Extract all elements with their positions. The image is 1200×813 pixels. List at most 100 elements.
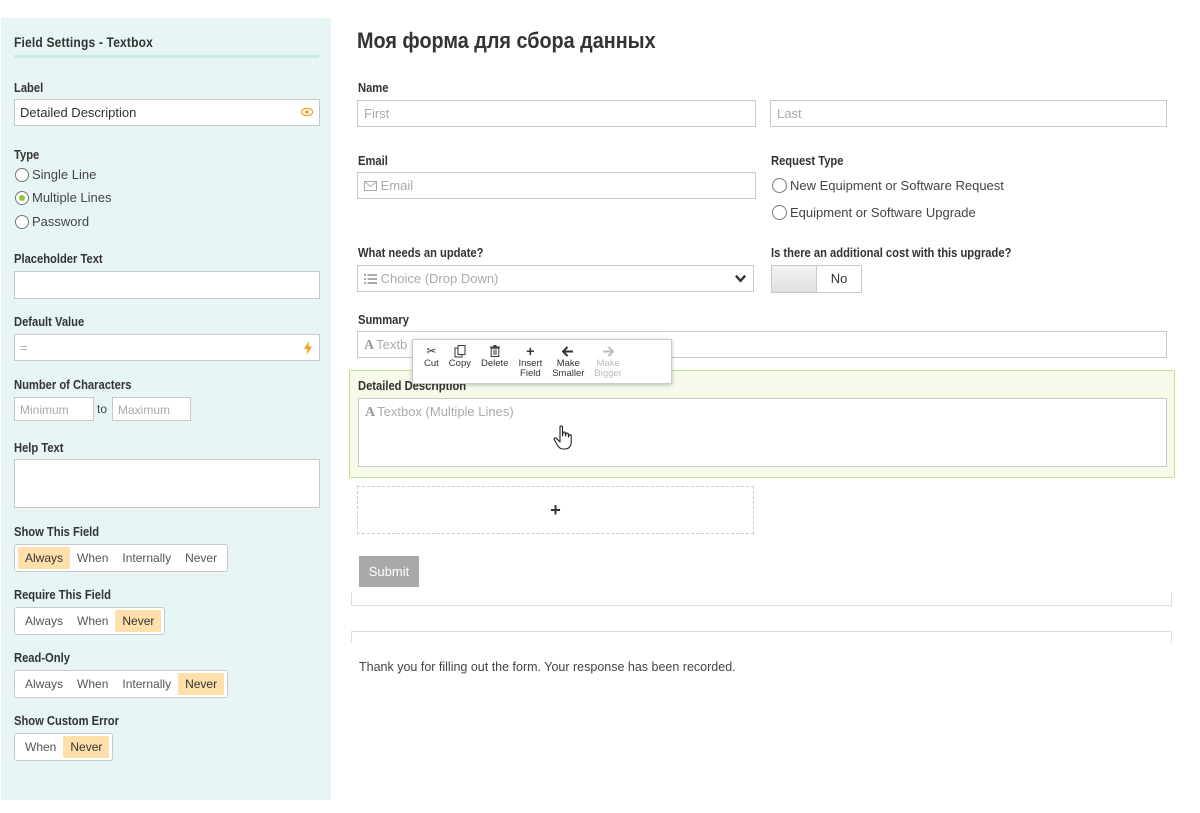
read-only-internally-option[interactable]: Internally bbox=[115, 673, 178, 695]
custom-error-never-option[interactable]: Never bbox=[63, 736, 110, 758]
type-option-label: Single Line bbox=[32, 167, 97, 182]
make-smaller-button[interactable]: Make Smaller bbox=[547, 344, 589, 379]
cut-label: Cut bbox=[424, 358, 439, 369]
first-name-input[interactable]: First bbox=[357, 100, 756, 127]
default-value-heading: Default Value bbox=[14, 314, 85, 329]
read-only-when-option[interactable]: When bbox=[70, 673, 115, 695]
help-text-heading: Help Text bbox=[14, 440, 64, 455]
delete-label: Delete bbox=[480, 358, 509, 369]
plus-icon: + bbox=[526, 343, 535, 359]
panel-title: Field Settings - Textbox bbox=[14, 34, 154, 50]
detailed-description-placeholder: Textbox (Multiple Lines) bbox=[377, 404, 514, 419]
summary-placeholder: Textb bbox=[376, 337, 408, 352]
show-field-selector[interactable]: Always When Internally Never bbox=[14, 544, 229, 572]
type-option-single-line[interactable]: Single Line bbox=[15, 167, 96, 182]
add-field-area[interactable]: + bbox=[357, 486, 754, 534]
scissors-icon: ✂ bbox=[426, 344, 437, 358]
copy-button[interactable]: Copy bbox=[444, 344, 476, 379]
type-option-multiple-lines[interactable]: Multiple Lines bbox=[15, 190, 112, 205]
show-when-option[interactable]: When bbox=[70, 547, 115, 569]
type-option-label: Multiple Lines bbox=[32, 190, 112, 205]
plus-icon: + bbox=[550, 499, 561, 520]
label-input[interactable]: Detailed Description bbox=[14, 99, 320, 126]
show-never-option[interactable]: Never bbox=[178, 547, 224, 569]
cut-button[interactable]: ✂ Cut bbox=[419, 344, 444, 379]
name-label: Name bbox=[358, 80, 389, 95]
radio-button[interactable] bbox=[15, 167, 29, 182]
default-value-input[interactable]: = bbox=[14, 334, 320, 361]
require-always-option[interactable]: Always bbox=[18, 610, 70, 632]
request-type-label: Request Type bbox=[771, 153, 844, 168]
type-option-password[interactable]: Password bbox=[15, 214, 89, 229]
title-divider bbox=[14, 55, 319, 58]
toggle-knob[interactable] bbox=[772, 266, 817, 292]
arrow-right-icon bbox=[602, 344, 615, 358]
arrow-left-icon bbox=[562, 344, 574, 358]
text-icon: A bbox=[365, 405, 376, 420]
text-icon: A bbox=[364, 338, 375, 353]
last-name-input[interactable]: Last bbox=[770, 100, 1167, 127]
show-internally-option[interactable]: Internally bbox=[115, 547, 178, 569]
chevron-down-icon[interactable] bbox=[734, 272, 747, 285]
placeholder-input[interactable] bbox=[14, 271, 320, 299]
request-option-label: New Equipment or Software Request bbox=[790, 178, 1004, 193]
custom-error-selector[interactable]: When Never bbox=[14, 733, 114, 761]
email-label: Email bbox=[358, 153, 388, 168]
placeholder-heading: Placeholder Text bbox=[14, 251, 103, 266]
label-heading: Label bbox=[14, 80, 44, 95]
num-chars-heading: Number of Characters bbox=[14, 377, 132, 392]
make-bigger-button[interactable]: Make Bigger bbox=[589, 344, 626, 379]
help-text-input[interactable] bbox=[14, 459, 320, 508]
update-label: What needs an update? bbox=[358, 245, 484, 260]
read-only-selector[interactable]: Always When Internally Never bbox=[14, 670, 229, 698]
to-label: to bbox=[97, 402, 108, 416]
show-always-option[interactable]: Always bbox=[18, 547, 71, 569]
show-field-heading: Show This Field bbox=[14, 524, 100, 539]
eye-icon[interactable] bbox=[301, 106, 313, 118]
smaller-label-line2: Smaller bbox=[552, 368, 585, 379]
field-settings-panel: Field Settings - Textbox Label Detailed … bbox=[1, 18, 331, 800]
require-when-option[interactable]: When bbox=[70, 610, 115, 632]
require-field-heading: Require This Field bbox=[14, 587, 111, 602]
radio-button[interactable] bbox=[772, 178, 787, 193]
toggle-value: No bbox=[830, 271, 848, 286]
default-value-placeholder: = bbox=[20, 340, 28, 355]
request-option-label: Equipment or Software Upgrade bbox=[790, 205, 976, 220]
radio-button[interactable] bbox=[15, 214, 29, 229]
read-only-always-option[interactable]: Always bbox=[18, 673, 70, 695]
request-option-new[interactable]: New Equipment or Software Request bbox=[772, 178, 1004, 193]
read-only-never-option[interactable]: Never bbox=[178, 673, 225, 695]
additional-cost-label: Is there an additional cost with this up… bbox=[771, 245, 1012, 260]
hand-pointer-icon bbox=[553, 425, 572, 450]
min-chars-input[interactable]: Minimum bbox=[14, 397, 94, 421]
bigger-label-line2: Bigger bbox=[594, 368, 622, 379]
bolt-icon[interactable] bbox=[303, 341, 313, 355]
insert-label-line2: Field bbox=[520, 368, 541, 379]
list-icon bbox=[364, 274, 377, 284]
additional-cost-toggle[interactable]: No bbox=[771, 265, 862, 293]
radio-button-selected[interactable] bbox=[15, 190, 29, 205]
confirmation-message: Thank you for filling out the form. Your… bbox=[359, 660, 736, 674]
update-dropdown[interactable]: Choice (Drop Down) bbox=[357, 265, 754, 292]
form-title: Моя форма для сбора данных bbox=[357, 28, 656, 53]
radio-button[interactable] bbox=[772, 205, 787, 220]
update-placeholder: Choice (Drop Down) bbox=[380, 271, 499, 286]
custom-error-heading: Show Custom Error bbox=[14, 713, 119, 728]
copy-label: Copy bbox=[448, 358, 471, 369]
require-field-selector[interactable]: Always When Never bbox=[14, 607, 166, 635]
type-option-label: Password bbox=[32, 214, 90, 229]
delete-button[interactable]: Delete bbox=[476, 344, 513, 379]
custom-error-when-option[interactable]: When bbox=[18, 736, 63, 758]
insert-field-button[interactable]: + Insert Field bbox=[513, 344, 547, 379]
type-heading: Type bbox=[14, 147, 40, 162]
require-never-option[interactable]: Never bbox=[115, 610, 162, 632]
max-chars-input[interactable]: Maximum bbox=[112, 397, 191, 421]
section-divider bbox=[351, 592, 1172, 606]
summary-label: Summary bbox=[358, 312, 409, 327]
detailed-description-input[interactable]: A Textbox (Multiple Lines) bbox=[358, 398, 1167, 467]
request-option-upgrade[interactable]: Equipment or Software Upgrade bbox=[772, 205, 976, 220]
read-only-heading: Read-Only bbox=[14, 650, 70, 665]
submit-button[interactable]: Submit bbox=[359, 556, 419, 587]
email-input[interactable]: Email bbox=[357, 172, 756, 199]
email-placeholder: Email bbox=[380, 178, 414, 193]
